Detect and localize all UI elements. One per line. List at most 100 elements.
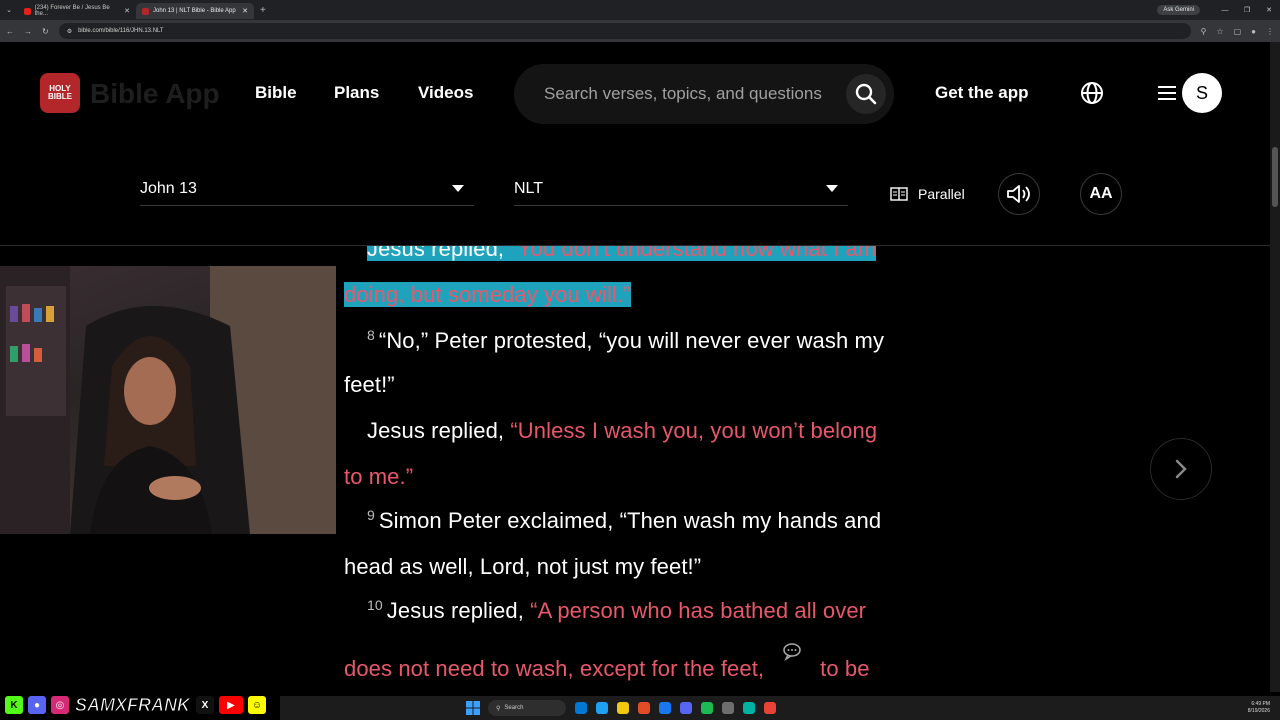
verse-line[interactable]: 10 Jesus replied, “A person who has bathe… [367,597,867,624]
verse-continuation-line[interactable]: head as well, Lord, not just my feet!” [344,554,701,580]
search-icon: ⚲ [496,705,501,712]
clock-time: 6:49 PM [1251,701,1270,707]
taskbar-search[interactable]: ⚲ Search [488,700,566,716]
words-of-jesus-text: “Unless I wash you, you won’t belong [510,418,878,443]
taskbar-app-icon[interactable] [659,702,671,714]
forward-icon[interactable]: → [24,27,32,36]
parallel-button[interactable]: Parallel [890,186,965,202]
nav-plans[interactable]: Plans [334,83,379,103]
verse-continuation-line[interactable]: does not need to wash, except for the fe… [344,643,870,682]
windows-start-icon[interactable] [466,701,480,715]
parallel-book-icon [890,187,908,201]
audio-button[interactable] [998,173,1040,215]
bookmark-star-icon[interactable]: ☆ [1216,27,1223,36]
site-header: HOLY BIBLE Bible App Bible Plans Videos … [0,42,1270,146]
version-value: NLT [514,179,544,197]
profile-icon[interactable]: ● [1251,27,1256,36]
verse-continuation-line[interactable]: Jesus replied, “You don’t understand now… [367,246,877,262]
windows-taskbar: ⚲ Search 6:49 PM 8/19/2026 [280,696,1280,720]
user-avatar[interactable]: S [1182,73,1222,113]
search-input[interactable] [544,84,844,104]
nav-bible[interactable]: Bible [255,83,297,103]
footnote-icon[interactable] [782,642,802,662]
nav-videos[interactable]: Videos [418,83,473,103]
verse-continuation-line[interactable]: to me.” [344,464,413,490]
hamburger-menu-icon[interactable] [1157,83,1177,103]
restore-icon[interactable]: ❐ [1236,6,1258,14]
verse-continuation-line[interactable]: doing, but someday you will.” [344,282,631,308]
taskbar-app-icon[interactable] [617,702,629,714]
chapter-selector[interactable]: John 13 [140,172,474,206]
browser-tab[interactable]: (234) Forever Be / Jesus Be the... ✕ [18,3,136,19]
chevron-down-icon [452,185,464,192]
site-info-icon[interactable]: ⚙ [67,28,72,35]
taskbar-app-icon[interactable] [575,702,587,714]
tab-search-icon[interactable]: ⌄ [0,6,18,14]
version-selector[interactable]: NLT [514,172,848,206]
tab-close-icon[interactable]: ✕ [242,7,248,15]
taskbar-app-icon[interactable] [638,702,650,714]
verse-line[interactable]: 8 “No,” Peter protested, “you will never … [367,327,884,354]
chevron-right-icon [1175,459,1187,479]
url-field[interactable]: ⚙ bible.com/bible/116/JHN.13.NLT [58,23,1191,39]
verse-text: Jesus replied, [367,418,511,443]
taskbar-app-icon[interactable] [680,702,692,714]
bible-favicon-icon [142,7,149,15]
verse-text: Jesus replied, [367,246,511,261]
taskbar-app-icon[interactable] [722,702,734,714]
chevron-down-icon [826,185,838,192]
scrollbar-thumb[interactable] [1272,147,1278,207]
reader-toolbar: John 13 NLT Parallel AA [0,146,1270,246]
taskbar-app-icon[interactable] [764,702,776,714]
verse-continuation-line[interactable]: feet!” [344,372,395,398]
new-tab-button[interactable]: + [260,5,266,16]
logo-wordmark[interactable]: Bible App [90,78,220,110]
words-of-jesus-text: “You don’t understand now what I am [510,246,877,261]
verse-line[interactable]: 9 Simon Peter exclaimed, “Then wash my ha… [367,507,882,534]
taskbar-app-icon[interactable] [596,702,608,714]
reload-icon[interactable]: ↻ [42,27,49,36]
clock-date: 8/19/2026 [1247,708,1270,714]
streamer-social-banner: K ● ◎ SAMXFRANK X ▶ ☺ [4,692,267,718]
x-icon: X [195,695,215,715]
get-the-app-link[interactable]: Get the app [935,83,1029,103]
taskbar-app-icon[interactable] [701,702,713,714]
taskbar-clock[interactable]: 6:49 PM 8/19/2026 [1248,701,1270,715]
logo-line2: BIBLE [48,92,72,101]
ask-gemini-button[interactable]: Ask Gemini [1157,5,1200,15]
zoom-icon[interactable]: ⚲ [1201,27,1207,36]
verse-text: Jesus replied, [386,598,531,623]
youtube-icon: ▶ [218,695,244,715]
search-box [514,64,894,124]
next-chapter-button[interactable] [1150,438,1212,500]
verse-number: 9 [367,507,375,523]
verse-number: 8 [367,327,375,343]
minimize-icon[interactable]: — [1214,7,1236,14]
kick-icon: K [4,695,24,715]
text-size-label: AA [1089,185,1113,202]
globe-icon[interactable] [1080,81,1104,105]
discord-icon: ● [27,695,47,715]
youtube-favicon-icon [24,7,31,15]
taskbar-app-icon[interactable] [743,702,755,714]
browser-tabstrip: ⌄ (234) Forever Be / Jesus Be the... ✕ J… [0,0,1280,20]
bible-app-logo[interactable]: HOLY BIBLE [40,73,80,113]
words-of-jesus-text: to be [820,656,870,681]
verse-text: Simon Peter exclaimed, “Then wash my han… [378,508,882,533]
search-button[interactable] [846,74,886,114]
window-close-icon[interactable]: ✕ [1258,6,1280,14]
words-of-jesus-text: “A person who has bathed all over [530,598,867,623]
streamer-handle: SAMXFRANK [75,694,191,715]
speaker-icon [1007,185,1030,203]
browser-tab-active[interactable]: John 13 | NLT Bible - Bible App ✕ [136,3,254,19]
back-icon[interactable]: ← [6,27,14,36]
extensions-icon[interactable]: ▢ [1234,27,1242,36]
webcam-overlay [0,266,336,534]
text-size-button[interactable]: AA [1080,173,1122,215]
browser-address-bar: ← → ↻ ⚙ bible.com/bible/116/JHN.13.NLT ⚲… [0,20,1280,42]
verse-continuation-line[interactable]: Jesus replied, “Unless I wash you, you w… [367,418,877,444]
tab-close-icon[interactable]: ✕ [124,7,130,15]
page-scrollbar[interactable] [1270,42,1280,692]
browser-menu-icon[interactable]: ⋮ [1266,27,1274,36]
chapter-value: John 13 [140,179,197,197]
